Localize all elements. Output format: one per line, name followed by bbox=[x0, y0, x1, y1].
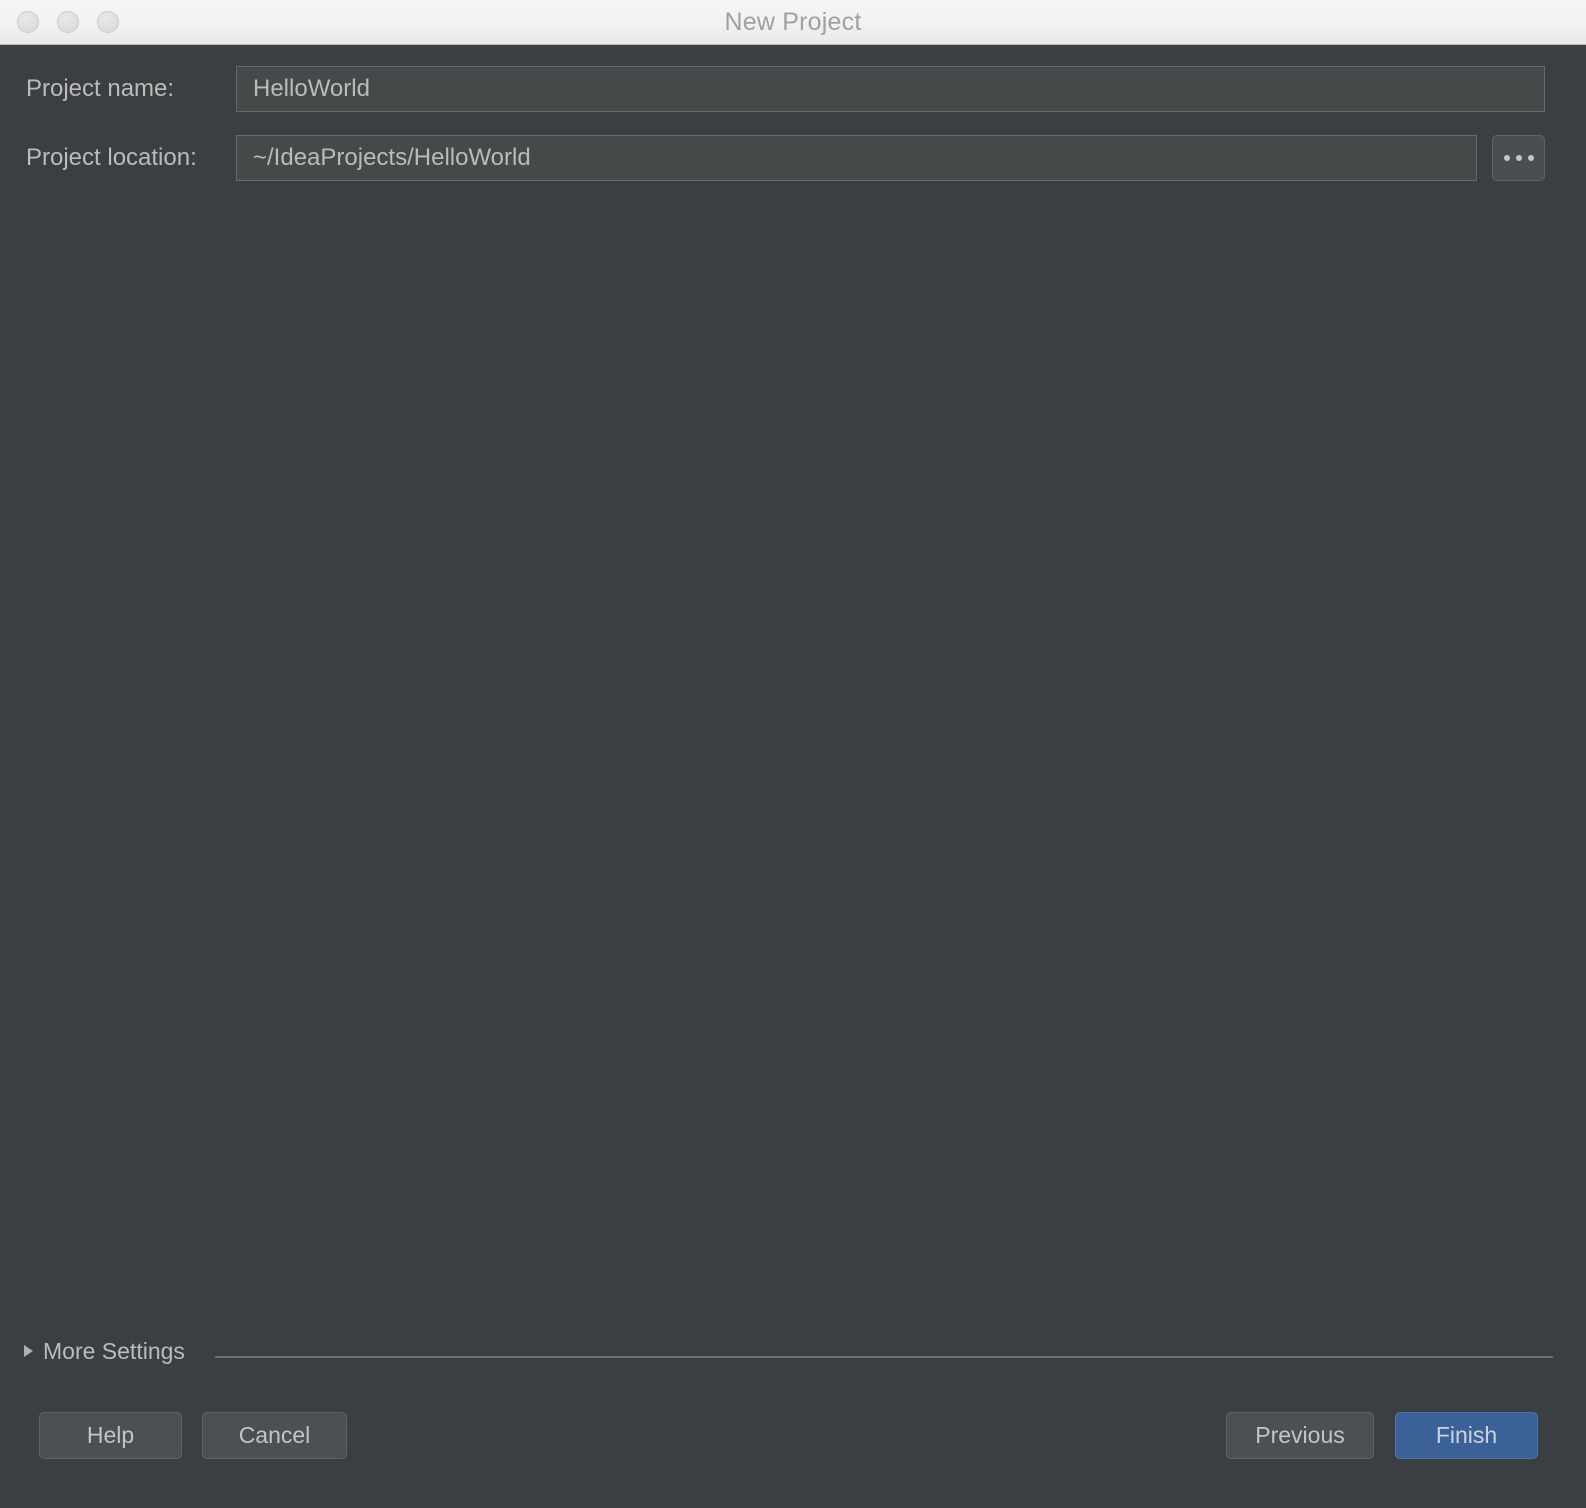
window-titlebar: New Project bbox=[0, 0, 1586, 45]
chevron-right-icon bbox=[24, 1345, 33, 1357]
previous-button[interactable]: Previous bbox=[1226, 1412, 1374, 1459]
project-location-input[interactable]: ~/IdeaProjects/HelloWorld bbox=[236, 135, 1477, 181]
project-name-input[interactable]: HelloWorld bbox=[236, 66, 1545, 112]
project-name-row: Project name: HelloWorld bbox=[0, 66, 1586, 112]
project-name-label: Project name: bbox=[26, 75, 175, 102]
browse-location-button[interactable] bbox=[1492, 135, 1545, 181]
project-location-label: Project location: bbox=[26, 144, 197, 171]
project-location-row: Project location: ~/IdeaProjects/HelloWo… bbox=[0, 135, 1586, 181]
new-project-dialog: New Project Project name: HelloWorld Pro… bbox=[0, 0, 1586, 1508]
ellipsis-icon bbox=[1515, 155, 1522, 161]
cancel-button[interactable]: Cancel bbox=[202, 1412, 347, 1459]
more-settings-label: More Settings bbox=[43, 1338, 185, 1364]
help-button[interactable]: Help bbox=[39, 1412, 182, 1459]
ellipsis-icon bbox=[1503, 155, 1510, 161]
finish-button[interactable]: Finish bbox=[1395, 1412, 1538, 1459]
window-title: New Project bbox=[724, 8, 862, 36]
ellipsis-icon bbox=[1527, 155, 1534, 161]
separator bbox=[215, 1356, 1553, 1358]
more-settings-section[interactable]: More Settings bbox=[0, 1334, 1586, 1368]
dialog-content: Project name: HelloWorld Project locatio… bbox=[0, 45, 1586, 1508]
